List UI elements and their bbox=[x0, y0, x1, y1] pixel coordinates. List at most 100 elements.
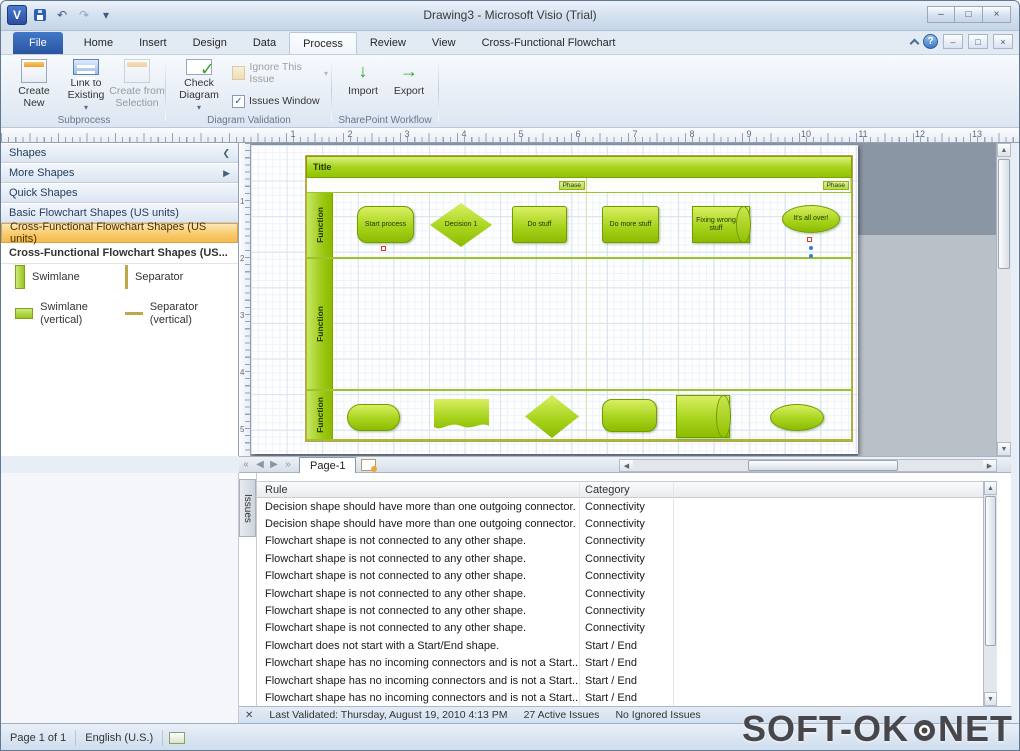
link-to-existing-button[interactable]: Link to Existing bbox=[61, 57, 111, 113]
scrollbar-thumb[interactable] bbox=[998, 159, 1010, 269]
flowchart-shape-pill[interactable] bbox=[347, 404, 400, 431]
swimlane-2[interactable]: Function bbox=[306, 259, 852, 391]
drawing-page[interactable]: Title Phase Phase Function Start process bbox=[251, 145, 858, 454]
stencil-basic-flowchart[interactable]: Basic Flowchart Shapes (US units) bbox=[1, 203, 238, 223]
issue-row[interactable]: Flowchart shape has no incoming connecto… bbox=[257, 655, 997, 672]
tab-review[interactable]: Review bbox=[357, 32, 419, 54]
stencil-shape-separator[interactable]: Separator bbox=[125, 265, 183, 289]
tab-process[interactable]: Process bbox=[289, 32, 357, 54]
issue-category-cell[interactable]: Start / End bbox=[581, 675, 673, 687]
issue-category-cell[interactable]: Connectivity bbox=[581, 535, 673, 547]
issue-category-cell[interactable]: Connectivity bbox=[581, 518, 673, 530]
tab-data[interactable]: Data bbox=[240, 32, 289, 54]
frame-title-band[interactable]: Title bbox=[306, 156, 852, 178]
flowchart-shape-do-more-stuff[interactable]: Do more stuff bbox=[602, 206, 659, 243]
ignore-this-issue-button[interactable]: Ignore This Issue bbox=[229, 63, 331, 83]
macro-status-icon[interactable] bbox=[169, 732, 185, 744]
page-tab[interactable]: Page-1 bbox=[299, 457, 356, 473]
issue-rule-cell[interactable]: Flowchart shape is not connected to any … bbox=[257, 535, 581, 547]
cross-functional-frame[interactable]: Title Phase Phase Function Start process bbox=[306, 156, 852, 441]
scrollbar-thumb[interactable] bbox=[985, 496, 996, 646]
create-new-button[interactable]: Create New bbox=[9, 57, 59, 113]
column-header-category[interactable]: Category bbox=[581, 484, 673, 496]
issue-rule-cell[interactable]: Decision shape should have more than one… bbox=[257, 501, 581, 513]
prev-page-button[interactable]: ◀ bbox=[253, 459, 267, 470]
issue-category-cell[interactable]: Start / End bbox=[581, 692, 673, 704]
flowchart-shape-rounded[interactable] bbox=[602, 399, 657, 432]
check-diagram-button[interactable]: Check Diagram bbox=[173, 57, 225, 113]
next-page-button[interactable]: ▶ bbox=[267, 459, 281, 470]
issue-row[interactable]: Decision shape should have more than one… bbox=[257, 498, 997, 515]
flowchart-shape-cylinder[interactable] bbox=[676, 395, 730, 438]
page-indicator[interactable]: Page 1 of 1 bbox=[1, 724, 75, 751]
tab-view[interactable]: View bbox=[419, 32, 469, 54]
issue-row[interactable]: Flowchart shape is not connected to any … bbox=[257, 620, 997, 637]
issues-side-tab[interactable]: Issues bbox=[239, 479, 256, 537]
insert-page-button[interactable] bbox=[361, 459, 376, 471]
import-button[interactable]: ↓ Import bbox=[341, 57, 385, 113]
scroll-right-icon[interactable]: ▶ bbox=[983, 460, 996, 471]
flowchart-shape-decision-1[interactable]: Decision 1 bbox=[430, 203, 492, 247]
issue-category-cell[interactable]: Connectivity bbox=[581, 622, 673, 634]
scroll-left-icon[interactable]: ◀ bbox=[620, 460, 633, 471]
flowchart-shape-do-stuff[interactable]: Do stuff bbox=[512, 206, 567, 243]
restore-button[interactable]: □ bbox=[955, 6, 983, 23]
shapes-panel-header[interactable]: Shapes ❮ bbox=[1, 143, 238, 163]
issue-rule-cell[interactable]: Flowchart shape has no incoming connecto… bbox=[257, 657, 581, 669]
swimlane-3[interactable]: Function bbox=[306, 391, 852, 441]
swimlane-3-header[interactable]: Function bbox=[307, 391, 333, 439]
close-button[interactable]: × bbox=[983, 6, 1011, 23]
issue-rule-cell[interactable]: Flowchart shape is not connected to any … bbox=[257, 622, 581, 634]
scrollbar-thumb[interactable] bbox=[748, 460, 898, 471]
doc-restore-button[interactable]: □ bbox=[968, 34, 988, 49]
issue-row[interactable]: Flowchart shape is not connected to any … bbox=[257, 568, 997, 585]
issue-row[interactable]: Flowchart shape is not connected to any … bbox=[257, 602, 997, 619]
scroll-up-icon[interactable]: ▲ bbox=[984, 481, 997, 495]
export-button[interactable]: → Export bbox=[387, 57, 431, 113]
issue-category-cell[interactable]: Connectivity bbox=[581, 553, 673, 565]
issue-category-cell[interactable]: Connectivity bbox=[581, 605, 673, 617]
issue-row[interactable]: Flowchart shape has no incoming connecto… bbox=[257, 672, 997, 689]
language-indicator[interactable]: English (U.S.) bbox=[76, 724, 162, 751]
help-button[interactable]: ? bbox=[923, 34, 938, 49]
scroll-down-icon[interactable]: ▼ bbox=[984, 692, 997, 706]
tab-home[interactable]: Home bbox=[71, 32, 126, 54]
column-separator[interactable] bbox=[673, 481, 674, 706]
canvas-horizontal-scrollbar[interactable]: ◀ ▶ bbox=[619, 459, 997, 472]
minimize-button[interactable]: – bbox=[927, 6, 955, 23]
issue-row[interactable]: Flowchart shape is not connected to any … bbox=[257, 533, 997, 550]
issue-row[interactable]: Decision shape should have more than one… bbox=[257, 515, 997, 532]
scroll-down-icon[interactable]: ▼ bbox=[997, 442, 1011, 456]
close-issues-icon[interactable]: ✕ bbox=[245, 710, 253, 721]
flowchart-shape-start-process[interactable]: Start process bbox=[357, 206, 414, 243]
phase-row[interactable]: Phase Phase bbox=[306, 178, 852, 193]
issue-rule-cell[interactable]: Flowchart does not start with a Start/En… bbox=[257, 640, 581, 652]
first-page-button[interactable]: « bbox=[239, 459, 253, 470]
issue-row[interactable]: Flowchart shape has no incoming connecto… bbox=[257, 689, 997, 706]
issues-vertical-scrollbar[interactable]: ▲ ▼ bbox=[983, 481, 997, 706]
issue-category-cell[interactable]: Start / End bbox=[581, 657, 673, 669]
issue-row[interactable]: Flowchart shape is not connected to any … bbox=[257, 585, 997, 602]
flowchart-shape-fixing-wrong-stuff[interactable]: Fixing wrong stuff bbox=[692, 206, 750, 243]
flowchart-shape-ellipse[interactable] bbox=[770, 404, 824, 431]
flowchart-shape-diamond[interactable] bbox=[525, 395, 579, 438]
scroll-up-icon[interactable]: ▲ bbox=[997, 143, 1011, 157]
flowchart-shape-document[interactable] bbox=[434, 399, 489, 432]
column-header-rule[interactable]: Rule bbox=[257, 484, 581, 496]
issues-window-checkbox[interactable] bbox=[232, 95, 245, 108]
issue-rule-cell[interactable]: Flowchart shape has no incoming connecto… bbox=[257, 692, 581, 704]
phase-cell[interactable]: Phase bbox=[307, 178, 587, 192]
tab-file[interactable]: File bbox=[13, 32, 63, 54]
tab-cross-functional-flowchart[interactable]: Cross-Functional Flowchart bbox=[469, 32, 629, 54]
tab-design[interactable]: Design bbox=[180, 32, 240, 54]
issue-row[interactable]: Flowchart does not start with a Start/En… bbox=[257, 637, 997, 654]
issue-row[interactable]: Flowchart shape is not connected to any … bbox=[257, 550, 997, 567]
issue-rule-cell[interactable]: Flowchart shape is not connected to any … bbox=[257, 588, 581, 600]
quick-shapes-item[interactable]: Quick Shapes bbox=[1, 183, 238, 203]
collapse-panel-icon[interactable]: ❮ bbox=[222, 148, 230, 159]
doc-minimize-button[interactable]: – bbox=[943, 34, 963, 49]
issue-rule-cell[interactable]: Flowchart shape is not connected to any … bbox=[257, 605, 581, 617]
issue-category-cell[interactable]: Connectivity bbox=[581, 501, 673, 513]
issue-rule-cell[interactable]: Flowchart shape has no incoming connecto… bbox=[257, 675, 581, 687]
more-shapes-item[interactable]: More Shapes ▶ bbox=[1, 163, 238, 183]
